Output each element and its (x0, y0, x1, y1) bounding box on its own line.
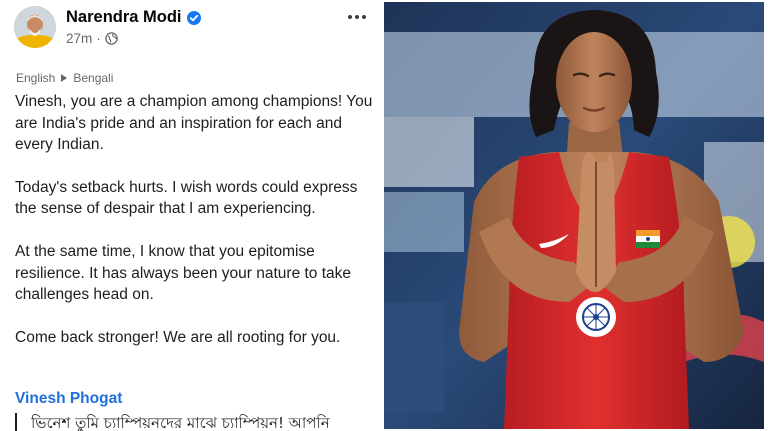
post-meta: 27m · (66, 31, 118, 46)
translation-bar: English Bengali (16, 71, 113, 85)
author-name[interactable]: Narendra Modi (66, 8, 201, 27)
more-options-icon[interactable] (344, 8, 370, 26)
post-paragraph: At the same time, I know that you epitom… (15, 242, 352, 304)
arrow-right-icon (61, 74, 68, 82)
source-language[interactable]: English (16, 71, 55, 85)
bengali-quote-preview: ভিনেশ তুমি চ্যাম্পিয়নদের মাঝে চ্যাম্পিয… (15, 413, 375, 431)
photo-illustration (384, 2, 764, 429)
post-body: Vinesh, you are a champion among champio… (15, 91, 375, 369)
post-paragraph: Come back stronger! We are all rooting f… (15, 328, 341, 346)
athlete-photo[interactable] (384, 2, 764, 429)
verified-badge-icon (186, 10, 201, 25)
facebook-post: Narendra Modi 27m · English Bengali Vine… (0, 0, 380, 431)
meta-separator: · (96, 31, 101, 46)
target-language[interactable]: Bengali (73, 71, 113, 85)
author-avatar[interactable] (14, 6, 56, 48)
author-name-text[interactable]: Narendra Modi (66, 8, 182, 27)
post-header: Narendra Modi 27m · (14, 6, 376, 52)
globe-icon[interactable] (105, 32, 118, 45)
tagged-person-link[interactable]: Vinesh Phogat (15, 390, 122, 408)
post-paragraph: Today's setback hurts. I wish words coul… (15, 178, 358, 218)
post-paragraph: Vinesh, you are a champion among champio… (15, 93, 373, 154)
post-timestamp[interactable]: 27m (66, 31, 92, 46)
